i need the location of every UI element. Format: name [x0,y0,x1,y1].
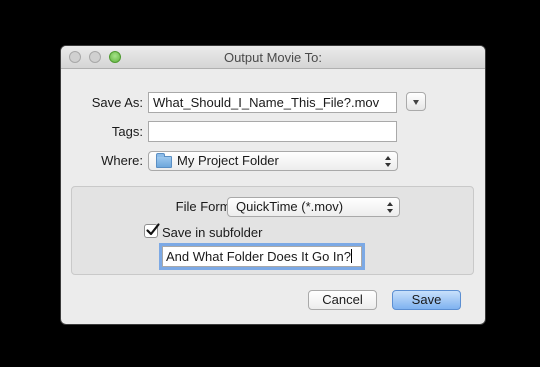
where-popup-value: My Project Folder [177,153,279,168]
file-format-popup[interactable]: QuickTime (*.mov) [227,197,400,217]
where-popup[interactable]: My Project Folder [148,151,398,171]
tags-label: Tags: [111,124,143,139]
save-in-subfolder-checkbox[interactable] [144,223,160,238]
disclosure-triangle-icon [413,100,419,105]
where-label: Where: [101,153,143,168]
file-format-popup-value: QuickTime (*.mov) [236,199,344,214]
save-button[interactable]: Save [392,290,461,310]
save-in-subfolder-label[interactable]: Save in subfolder [162,225,262,240]
subfolder-name-text: And What Folder Does It Go In? [166,249,351,264]
popup-arrows-icon [387,201,394,214]
expand-dialog-button[interactable] [406,92,426,111]
save-as-label: Save As: [91,95,143,110]
window-title: Output Movie To: [223,50,323,65]
title-bar[interactable]: Output Movie To: [61,46,485,69]
text-caret [350,249,352,263]
save-as-field[interactable]: What_Should_I_Name_This_File?.mov [148,92,397,113]
checkmark-icon [146,223,160,236]
subfolder-name-field[interactable]: And What Folder Does It Go In? [162,246,362,267]
save-dialog-window: Output Movie To: Save As: What_Should_I_… [61,46,485,324]
popup-arrows-icon [385,155,392,168]
tags-field[interactable] [148,121,397,142]
cancel-button[interactable]: Cancel [308,290,377,310]
folder-icon [156,153,172,168]
